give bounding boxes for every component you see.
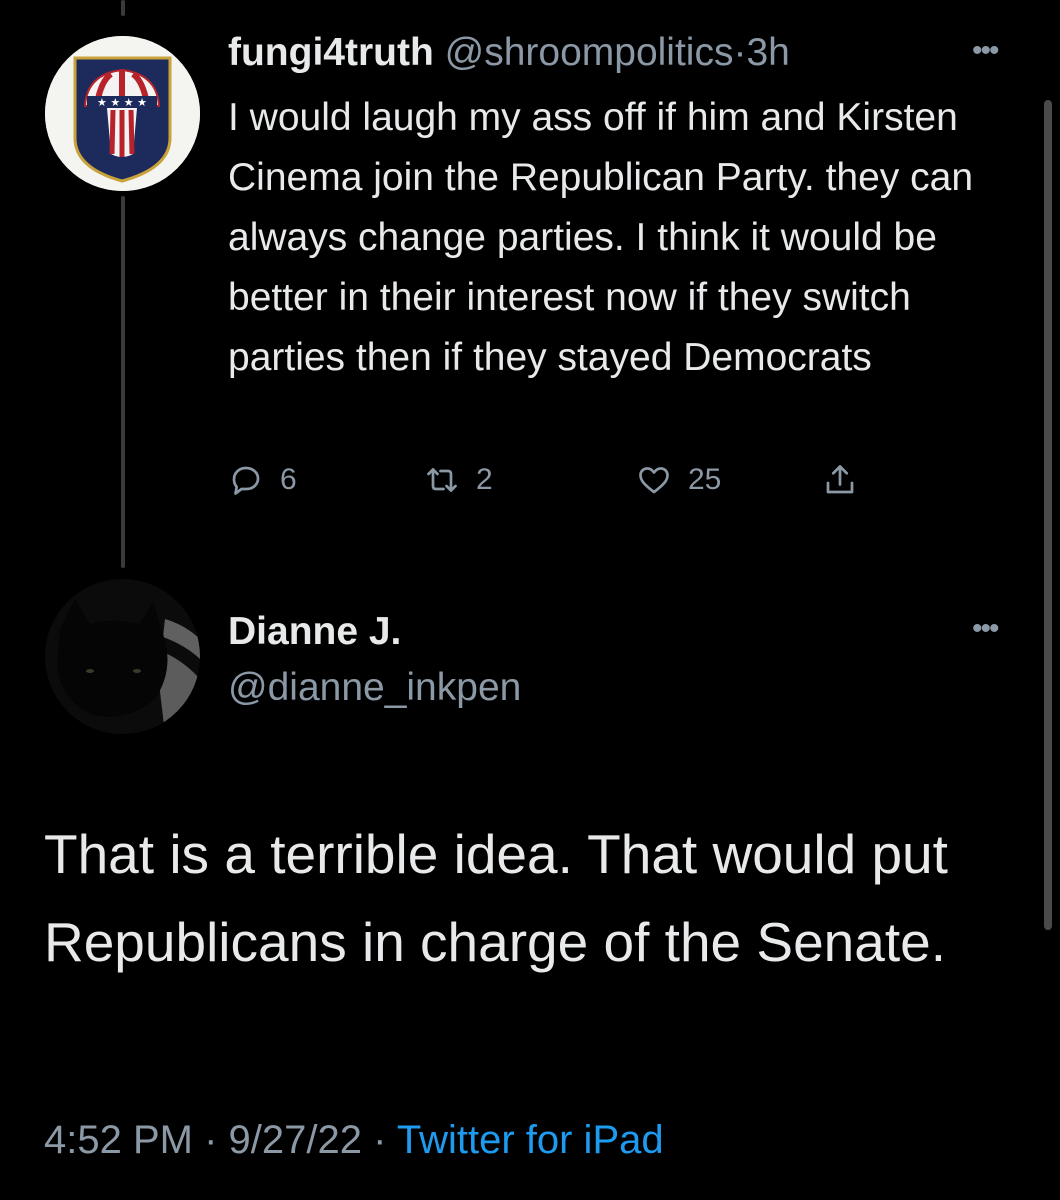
tweet-text: That is a terrible idea. That would put … <box>44 823 948 973</box>
avatar[interactable]: ★ ★ ★ ★ <box>45 36 200 191</box>
display-name[interactable]: fungi4truth <box>228 31 434 74</box>
like-button[interactable]: 25 <box>636 462 721 498</box>
tweet1-header: fungi4truth @shroompolitics·3h <box>228 30 790 76</box>
heart-icon <box>639 467 669 494</box>
reply-button[interactable]: 6 <box>228 462 297 498</box>
separator: · <box>373 1118 387 1162</box>
like-count: 25 <box>688 463 722 496</box>
share-icon <box>826 465 854 494</box>
display-name[interactable]: Dianne J. <box>228 610 401 654</box>
reply-count: 6 <box>280 463 297 496</box>
black-cat-avatar-icon <box>45 579 200 734</box>
tweet-text: I would laugh my ass off if him and Kirs… <box>228 96 974 379</box>
separator: · <box>733 31 747 74</box>
more-options-button[interactable]: ••• <box>972 612 999 646</box>
avatar[interactable] <box>45 579 200 734</box>
svg-text:★ ★ ★ ★: ★ ★ ★ ★ <box>97 96 147 109</box>
retweet-button[interactable]: 2 <box>424 462 493 498</box>
timestamp[interactable]: 3h <box>746 31 789 74</box>
user-handle[interactable]: @dianne_inkpen <box>228 666 521 710</box>
tweet-meta: 4:52 PM · 9/27/22 · Twitter for iPad <box>44 1118 664 1163</box>
user-handle[interactable]: @shroompolitics <box>445 31 734 74</box>
reply-icon <box>232 466 260 495</box>
more-options-button[interactable]: ••• <box>972 34 999 68</box>
retweet-icon <box>427 468 457 492</box>
thread-line <box>121 196 125 568</box>
separator: · <box>204 1118 218 1162</box>
mushroom-flag-avatar-icon: ★ ★ ★ ★ <box>45 36 200 191</box>
thread-line-top <box>121 0 125 16</box>
scrollbar[interactable] <box>1044 100 1052 930</box>
retweet-count: 2 <box>476 463 493 496</box>
tweet-date[interactable]: 9/27/22 <box>229 1118 362 1162</box>
tweet-time[interactable]: 4:52 PM <box>44 1118 193 1162</box>
tweet-source-link[interactable]: Twitter for iPad <box>397 1118 664 1162</box>
share-button[interactable] <box>822 462 858 498</box>
